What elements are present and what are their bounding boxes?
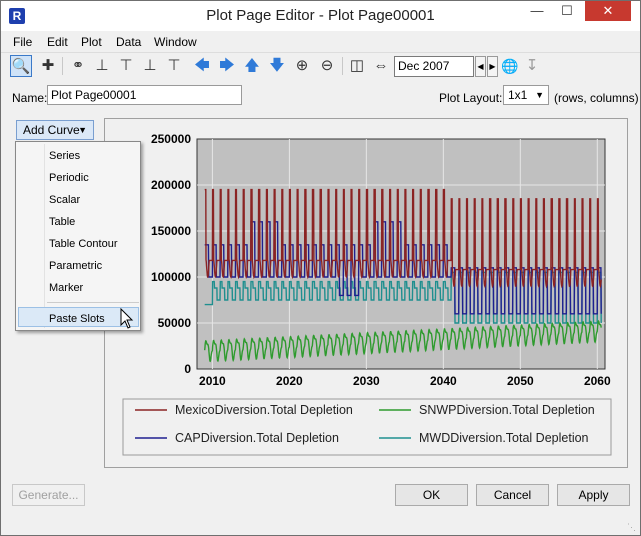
- toolbar-separator: [62, 57, 63, 75]
- close-icon[interactable]: ✕: [585, 1, 631, 21]
- date-prev-button[interactable]: ◀: [475, 56, 486, 77]
- plot-layout-value: 1x1: [508, 88, 528, 102]
- menu-file[interactable]: File: [13, 35, 32, 49]
- menu-edit[interactable]: Edit: [47, 35, 68, 49]
- x-tick-label: 2010: [199, 374, 226, 388]
- chevron-down-icon: ▼: [78, 125, 87, 135]
- menu-item-periodic[interactable]: Periodic: [49, 172, 89, 184]
- pan-right-icon[interactable]: 🡆: [216, 55, 238, 77]
- menu-item-table-contour[interactable]: Table Contour: [49, 238, 118, 250]
- x-tick-label: 2040: [430, 374, 457, 388]
- axis-scale-4-icon[interactable]: ⊤: [163, 55, 185, 77]
- name-input[interactable]: Plot Page00001: [47, 85, 242, 105]
- link-icon[interactable]: ⚭: [67, 55, 89, 77]
- zoom-in-icon[interactable]: ⊕: [291, 55, 313, 77]
- cursor-line-icon[interactable]: ⇔: [370, 55, 392, 77]
- mouse-pointer-icon: [120, 308, 134, 329]
- add-curve-button[interactable]: Add Curve ▼: [16, 120, 94, 140]
- toolbar-separator: [342, 57, 343, 75]
- pan-down-icon[interactable]: 🡇: [266, 55, 288, 77]
- date-field[interactable]: Dec 2007: [394, 56, 474, 77]
- menu-item-paste-slots[interactable]: Paste Slots: [49, 313, 105, 325]
- y-tick-label: 200000: [151, 178, 191, 192]
- y-tick-label: 0: [184, 362, 191, 376]
- x-tick-label: 2030: [353, 374, 380, 388]
- add-curve-menu: Series Periodic Scalar Table Table Conto…: [15, 141, 141, 331]
- legend-label: CAPDiversion.Total Depletion: [175, 431, 339, 445]
- cancel-button[interactable]: Cancel: [476, 484, 549, 506]
- minimize-icon[interactable]: —: [523, 1, 551, 21]
- menu-plot[interactable]: Plot: [81, 35, 102, 49]
- chevron-down-icon: ▼: [535, 90, 544, 100]
- y-tick-label: 100000: [151, 270, 191, 284]
- download-icon[interactable]: ↧: [521, 55, 543, 77]
- plot-page-editor-window: R Plot Page Editor - Plot Page00001 — ☐ …: [0, 0, 641, 536]
- y-tick-label: 50000: [158, 316, 192, 330]
- menu-item-parametric[interactable]: Parametric: [49, 260, 102, 272]
- legend-label: SNWPDiversion.Total Depletion: [419, 403, 595, 417]
- menu-bar: File Edit Plot Data Window: [1, 32, 640, 52]
- plot-layout-select[interactable]: 1x1 ▼: [503, 85, 549, 105]
- pan-left-icon[interactable]: 🡄: [191, 55, 213, 77]
- resize-grip-icon[interactable]: ⋱: [627, 522, 637, 532]
- pan-up-icon[interactable]: 🡅: [241, 55, 263, 77]
- split-view-icon[interactable]: ◫: [346, 55, 368, 77]
- y-tick-label: 250000: [151, 132, 191, 146]
- menu-item-scalar[interactable]: Scalar: [49, 194, 80, 206]
- legend-label: MexicoDiversion.Total Depletion: [175, 403, 353, 417]
- generate-button[interactable]: Generate...: [12, 484, 85, 506]
- add-curve-label: Add Curve: [23, 123, 80, 137]
- toolbar: 🔍 ✚ ⚭ ⊥ ⊤ ⊥ ⊤ 🡄 🡆 🡅 🡇 ⊕ ⊖ ◫ ⇔ Dec 2007 ◀…: [1, 52, 640, 79]
- axis-scale-icon[interactable]: ⊥: [91, 55, 113, 77]
- x-tick-label: 2060: [584, 374, 611, 388]
- select-zoom-icon[interactable]: 🔍: [10, 55, 32, 77]
- ok-button[interactable]: OK: [395, 484, 468, 506]
- menu-item-series[interactable]: Series: [49, 150, 80, 162]
- globe-icon[interactable]: 🌐: [501, 56, 519, 76]
- apply-button[interactable]: Apply: [557, 484, 630, 506]
- axis-scale-2-icon[interactable]: ⊤: [115, 55, 137, 77]
- x-tick-label: 2050: [507, 374, 534, 388]
- plot-panel: 0 50000 100000 150000 200000 250000 2010 2020 20…: [104, 118, 628, 468]
- maximize-icon[interactable]: ☐: [553, 1, 581, 21]
- axis-scale-3-icon[interactable]: ⊥: [139, 55, 161, 77]
- menu-separator: [47, 302, 139, 303]
- zoom-out-icon[interactable]: ⊖: [316, 55, 338, 77]
- crosshair-icon[interactable]: ✚: [37, 55, 59, 77]
- name-label: Name:: [12, 91, 48, 105]
- legend-label: MWDDiversion.Total Depletion: [419, 431, 589, 445]
- menu-data[interactable]: Data: [116, 35, 141, 49]
- title-bar: R Plot Page Editor - Plot Page00001 — ☐ …: [1, 1, 640, 31]
- menu-gutter: [44, 144, 45, 328]
- y-tick-label: 150000: [151, 224, 191, 238]
- x-tick-label: 2020: [276, 374, 303, 388]
- date-next-button[interactable]: ▶: [487, 56, 498, 77]
- plot-layout-label: Plot Layout:: [439, 91, 503, 105]
- plot-chart[interactable]: 0 50000 100000 150000 200000 250000 2010 2020 20…: [105, 119, 629, 469]
- menu-item-marker[interactable]: Marker: [49, 282, 83, 294]
- menu-window[interactable]: Window: [154, 35, 197, 49]
- plot-layout-hint: (rows, columns): [554, 91, 639, 105]
- menu-item-table[interactable]: Table: [49, 216, 75, 228]
